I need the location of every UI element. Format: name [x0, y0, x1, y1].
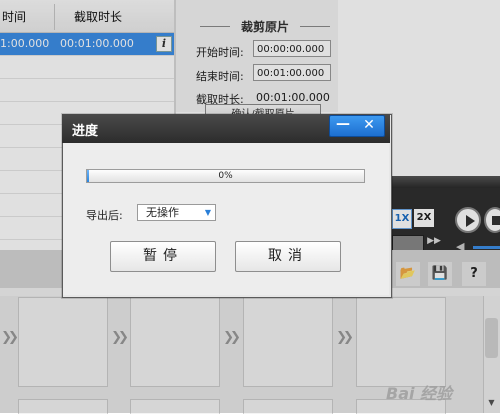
minimize-icon[interactable]: — — [333, 115, 353, 135]
after-export-label: 导出后: — [86, 209, 123, 222]
dialog-title: 进度 — [72, 124, 99, 139]
pause-button[interactable]: 暂停 — [110, 241, 216, 272]
progress-percent-text: 0% — [218, 171, 233, 181]
chevron-down-icon[interactable]: ▼ — [201, 205, 215, 220]
close-icon[interactable]: ✕ — [359, 115, 379, 135]
cancel-button[interactable]: 取消 — [235, 241, 341, 272]
